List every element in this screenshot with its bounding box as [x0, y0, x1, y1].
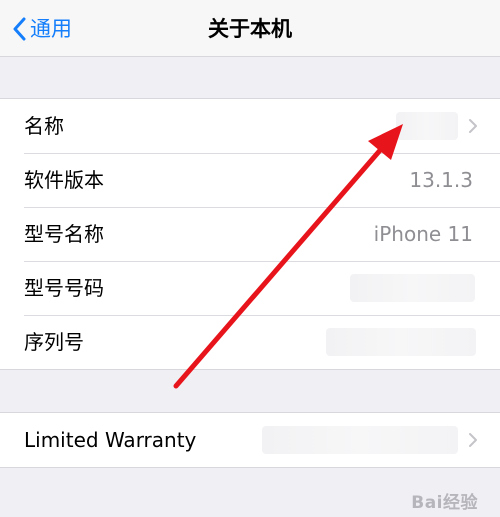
row-model-number: 型号号码 — [0, 261, 500, 315]
watermark: Bai经验 — [411, 493, 478, 513]
navigation-bar: 通用 关于本机 — [0, 0, 500, 57]
redacted-value — [326, 328, 476, 356]
row-serial-number-label: 序列号 — [24, 330, 84, 354]
row-model-number-label: 型号号码 — [24, 276, 104, 300]
redacted-value — [350, 274, 475, 302]
redacted-value — [396, 112, 458, 140]
row-model-name-value: iPhone 11 — [373, 222, 473, 246]
row-name[interactable]: 名称 — [0, 99, 500, 153]
chevron-right-icon — [468, 432, 478, 452]
row-limited-warranty-label: Limited Warranty — [24, 428, 197, 452]
row-software-version-label: 软件版本 — [24, 168, 104, 192]
row-model-name-label: 型号名称 — [24, 222, 104, 246]
row-name-label: 名称 — [24, 114, 64, 138]
warranty-group: Limited Warranty — [0, 412, 500, 468]
row-model-name: 型号名称 iPhone 11 — [0, 207, 500, 261]
row-limited-warranty[interactable]: Limited Warranty — [0, 413, 500, 467]
info-group: 名称 软件版本 13.1.3 型号名称 iPhone 11 型号号码 序列号 — [0, 98, 500, 370]
chevron-right-icon — [468, 118, 478, 138]
row-software-version-value: 13.1.3 — [409, 168, 473, 192]
row-serial-number: 序列号 — [0, 315, 500, 369]
row-software-version: 软件版本 13.1.3 — [0, 153, 500, 207]
redacted-value — [262, 426, 458, 454]
page-title: 关于本机 — [208, 17, 292, 41]
